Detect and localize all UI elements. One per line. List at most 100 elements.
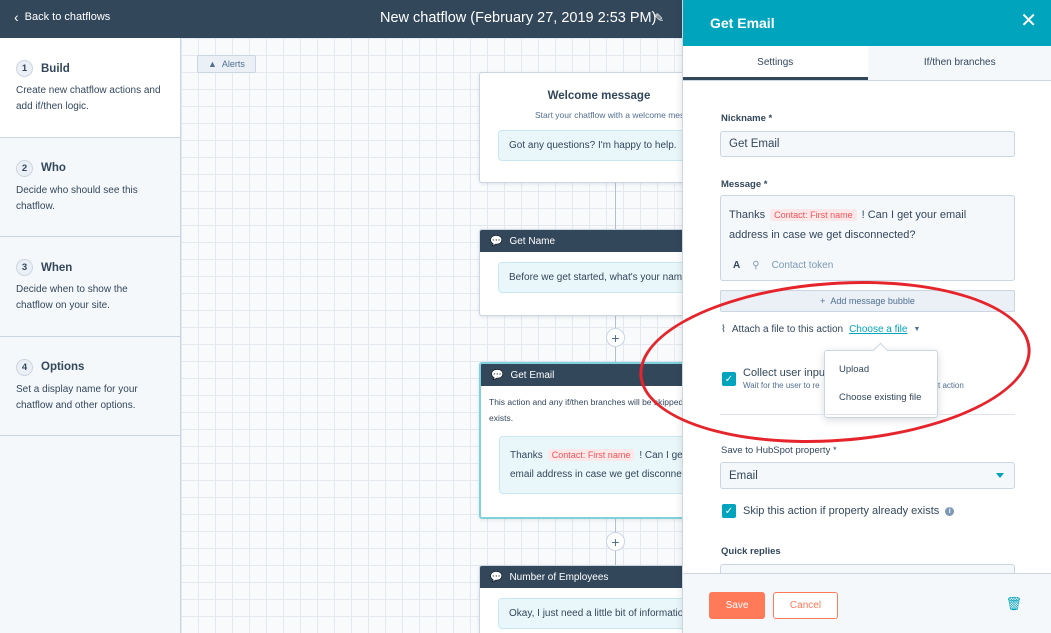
- close-icon[interactable]: ✕: [1020, 11, 1037, 31]
- add-bubble-label: Add message bubble: [830, 296, 915, 306]
- step-description: Set a display name for your chatflow and…: [16, 383, 138, 411]
- contact-token-tag: Contact: First name: [770, 209, 857, 221]
- step-title: Build: [41, 62, 70, 75]
- save-property-select[interactable]: Email: [720, 462, 1015, 489]
- cancel-button[interactable]: Cancel: [773, 592, 838, 619]
- get-name-node[interactable]: 💬 Get Name Before we get started, what's…: [479, 229, 682, 316]
- chat-icon: 💬: [490, 571, 503, 583]
- add-action-button[interactable]: +: [606, 328, 625, 347]
- step-title: Who: [41, 162, 66, 174]
- node-header: Number of Employees: [509, 571, 609, 583]
- node-note: This action and any if/then branches wil…: [489, 397, 682, 407]
- welcome-message-node[interactable]: Welcome message Start your chatflow with…: [479, 72, 682, 183]
- editor-toolbar: A ⚲ Contact token: [733, 256, 833, 276]
- alerts-label: Alerts: [221, 59, 245, 69]
- quick-replies-label: Quick replies: [721, 546, 781, 557]
- caret-down-icon[interactable]: ▼: [913, 326, 920, 333]
- panel-header: Get Email ✕: [683, 0, 1051, 46]
- save-button[interactable]: Save: [709, 592, 765, 619]
- bubble-text: email address in case we get disconnect: [510, 469, 682, 480]
- text-format-icon[interactable]: A: [733, 256, 740, 276]
- step-number: 4: [16, 358, 33, 376]
- back-to-chatflows-link[interactable]: ‹ Back to chatflows: [14, 9, 111, 25]
- attach-file-row: ⌇ Attach a file to this action Choose a …: [721, 324, 920, 335]
- attach-label: Attach a file to this action: [731, 324, 844, 335]
- collect-input-checkbox[interactable]: ✓: [722, 372, 736, 386]
- bubble-text: ! Can I get: [639, 450, 682, 461]
- contact-token-tag: Contact: First name: [547, 449, 635, 461]
- tab-settings[interactable]: Settings: [683, 46, 868, 80]
- save-property-label: Save to HubSpot property *: [721, 445, 837, 456]
- pencil-icon[interactable]: ✎: [654, 11, 664, 25]
- skip-action-label: Skip this action if property already exi…: [743, 505, 955, 517]
- panel-body: Nickname * Get Email Message * Thanks Con…: [683, 81, 1051, 573]
- step-number: 1: [16, 60, 33, 77]
- step-description: Decide who should see this chatflow.: [16, 184, 138, 212]
- tab-if-then-branches[interactable]: If/then branches: [868, 46, 1051, 80]
- paperclip-icon: ⌇: [721, 324, 726, 335]
- message-label: Message *: [721, 179, 768, 190]
- link-icon[interactable]: ⚲: [752, 256, 759, 276]
- chatflow-title: New chatflow (February 27, 2019 2:53 PM): [380, 10, 657, 26]
- chat-icon: 💬: [490, 235, 503, 247]
- top-bar: ‹ Back to chatflows New chatflow (Februa…: [0, 0, 682, 38]
- collect-input-label: Collect user inpu: [743, 367, 825, 379]
- chat-icon: 💬: [491, 369, 504, 381]
- step-navigation: 1 Build Create new chatflow actions and …: [0, 38, 181, 633]
- step-build[interactable]: 1 Build Create new chatflow actions and …: [0, 38, 180, 138]
- plus-icon: +: [820, 296, 826, 306]
- skip-action-checkbox[interactable]: ✓: [722, 504, 736, 518]
- add-action-button[interactable]: +: [606, 532, 625, 551]
- chatflow-canvas[interactable]: ▲ Alerts Welcome message Start your chat…: [181, 38, 682, 633]
- caret-down-icon: [996, 473, 1004, 478]
- message-text: ! Can I get your email: [861, 209, 967, 221]
- nickname-input[interactable]: Get Email: [720, 131, 1015, 157]
- message-bubble: Before we get started, what's your name: [498, 262, 682, 293]
- trash-icon[interactable]: 🗑: [1005, 596, 1022, 612]
- node-subtitle: Start your chatflow with a welcome mes: [535, 110, 682, 120]
- message-editor[interactable]: Thanks Contact: First name ! Can I get you…: [720, 195, 1015, 281]
- panel-tabs: Settings If/then branches: [683, 46, 1051, 81]
- message-bubble: Thanks Contact: First name ! Can I get ema…: [499, 436, 682, 494]
- contact-token-button[interactable]: Contact token: [772, 256, 834, 276]
- alerts-button[interactable]: ▲ Alerts: [197, 55, 256, 73]
- chevron-left-icon: ‹: [14, 9, 19, 25]
- choose-file-link[interactable]: Choose a file: [849, 324, 907, 335]
- step-description: Create new chatflow actions and add if/t…: [16, 85, 161, 112]
- message-text: address in case we get disconnected?: [729, 229, 916, 241]
- node-header: Get Email: [510, 369, 555, 381]
- panel-footer: Save Cancel 🗑: [683, 573, 1051, 633]
- panel-title: Get Email: [710, 15, 775, 31]
- number-of-employees-node[interactable]: 💬 Number of Employees Okay, I just need …: [479, 565, 682, 633]
- nickname-label: Nickname *: [721, 113, 773, 124]
- node-title: Welcome message: [547, 90, 651, 102]
- back-label: Back to chatflows: [24, 11, 111, 23]
- step-number: 2: [16, 159, 33, 177]
- skip-action-text: Skip this action if property already exi…: [743, 505, 940, 517]
- dropdown-item-choose-existing[interactable]: Choose existing file: [839, 392, 921, 403]
- step-number: 3: [16, 259, 33, 276]
- get-email-node[interactable]: 💬 Get Email This action and any if/then …: [479, 362, 682, 519]
- action-settings-panel: Get Email ✕ Settings If/then branches Ni…: [682, 0, 1051, 633]
- step-title: When: [41, 261, 73, 274]
- quick-replies-input[interactable]: [720, 564, 1015, 573]
- message-bubble: Okay, I just need a little bit of inform…: [498, 598, 682, 629]
- message-text: Thanks: [729, 209, 766, 221]
- bubble-text: Thanks: [510, 450, 543, 461]
- step-when[interactable]: 3 When Decide when to show the chatflow …: [0, 237, 180, 337]
- choose-file-dropdown: Upload Choose existing file: [824, 350, 938, 418]
- dropdown-item-upload[interactable]: Upload: [839, 364, 869, 375]
- add-message-bubble-button[interactable]: + Add message bubble: [720, 290, 1015, 312]
- connector-line: [615, 182, 616, 230]
- message-bubble: Got any questions? I'm happy to help.: [498, 130, 682, 161]
- step-options[interactable]: 4 Options Set a display name for your ch…: [0, 337, 180, 436]
- step-description: Decide when to show the chatflow on your…: [16, 284, 128, 311]
- info-icon[interactable]: i: [945, 507, 955, 516]
- collect-input-sub: Wait for the user to re: [743, 381, 820, 390]
- select-value: Email: [729, 469, 758, 482]
- node-note: exists.: [489, 413, 514, 423]
- node-header: Get Name: [509, 235, 556, 247]
- divider: [720, 414, 1015, 415]
- step-title: Options: [41, 361, 85, 373]
- step-who[interactable]: 2 Who Decide who should see this chatflo…: [0, 138, 180, 237]
